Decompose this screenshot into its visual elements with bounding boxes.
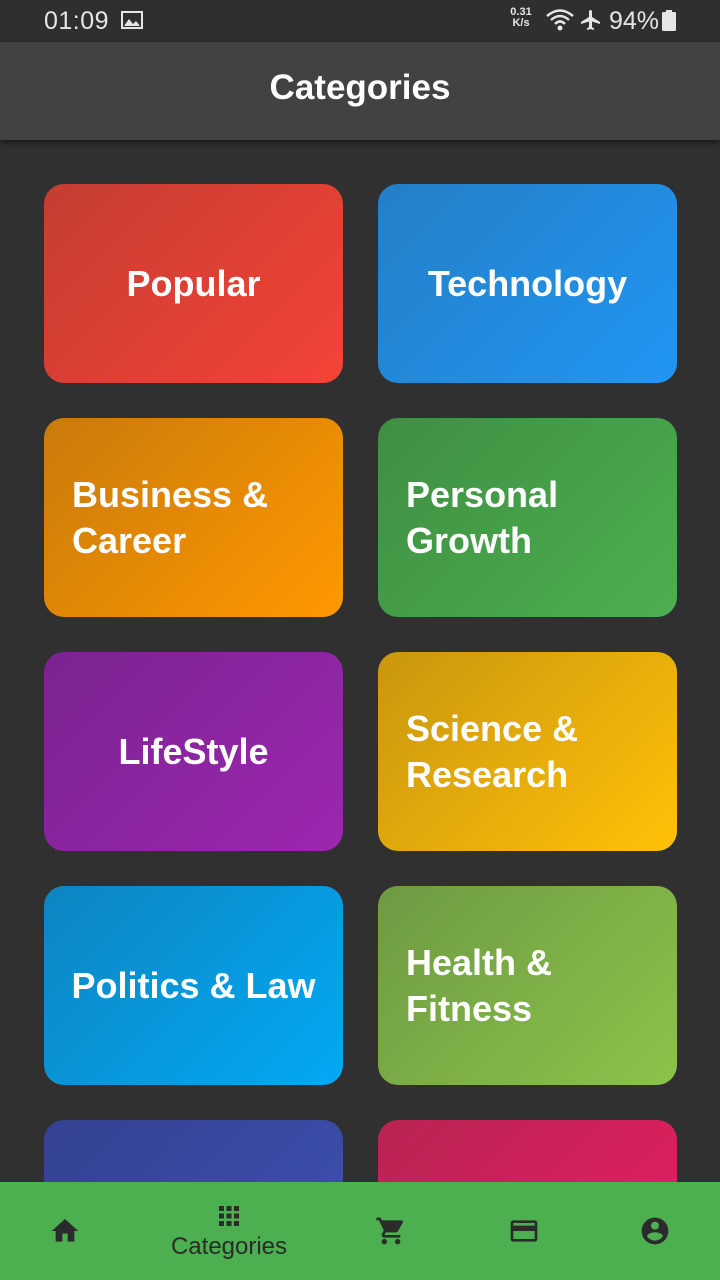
airplane-mode-icon [581,10,600,30]
category-tile-lifestyle[interactable]: LifeStyle [44,652,343,851]
network-speed: 0.31 K/s [506,7,536,29]
nav-categories[interactable]: Categories [157,1182,301,1280]
apps-grid-icon [219,1206,239,1226]
bottom-navigation: Categories [0,1182,720,1280]
home-icon [51,1219,79,1242]
category-label: Politics & Law [71,964,316,1006]
battery-icon [662,10,676,31]
category-tile-business-career[interactable]: Business & Career [44,418,343,617]
nav-profile[interactable] [583,1182,720,1280]
category-grid[interactable]: Popular Technology Business & Career Pers… [0,140,720,1182]
image-notification-icon [121,11,143,29]
category-label: Popular [126,262,261,304]
cart-icon [376,1217,404,1245]
battery-percent: 94% [609,7,660,35]
nav-categories-label: Categories [170,1233,288,1260]
category-tile-partial-left[interactable] [44,1120,343,1182]
category-tile-technology[interactable]: Technology [378,184,677,383]
nav-payment[interactable] [452,1182,596,1280]
account-circle-icon [641,1217,669,1245]
category-label: LifeStyle [118,730,269,772]
status-time: 01:09 [44,7,110,35]
category-tile-popular[interactable]: Popular [44,184,343,383]
category-tile-partial-right[interactable] [378,1120,677,1182]
nav-home[interactable] [0,1182,137,1280]
category-label: Technology [427,262,628,304]
category-label: Health & Fitness [406,941,553,1029]
category-tile-science-research[interactable]: Science & Research [378,652,677,851]
category-label: Science & Research [406,707,579,795]
category-label: Personal Growth [406,473,559,561]
app-bar: Categories [0,42,720,140]
category-tile-health-fitness[interactable]: Health & Fitness [378,886,677,1085]
nav-cart[interactable] [319,1182,463,1280]
category-label: Business & Career [72,473,269,561]
category-tile-personal-growth[interactable]: Personal Growth [378,418,677,617]
page-title: Categories [269,68,451,107]
credit-card-icon [510,1220,538,1242]
wifi-icon [546,9,574,31]
category-tile-politics-law[interactable]: Politics & Law [44,886,343,1085]
network-speed-unit: K/s [512,17,530,29]
status-bar: 01:09 0.31 K/s 94% [0,0,720,42]
